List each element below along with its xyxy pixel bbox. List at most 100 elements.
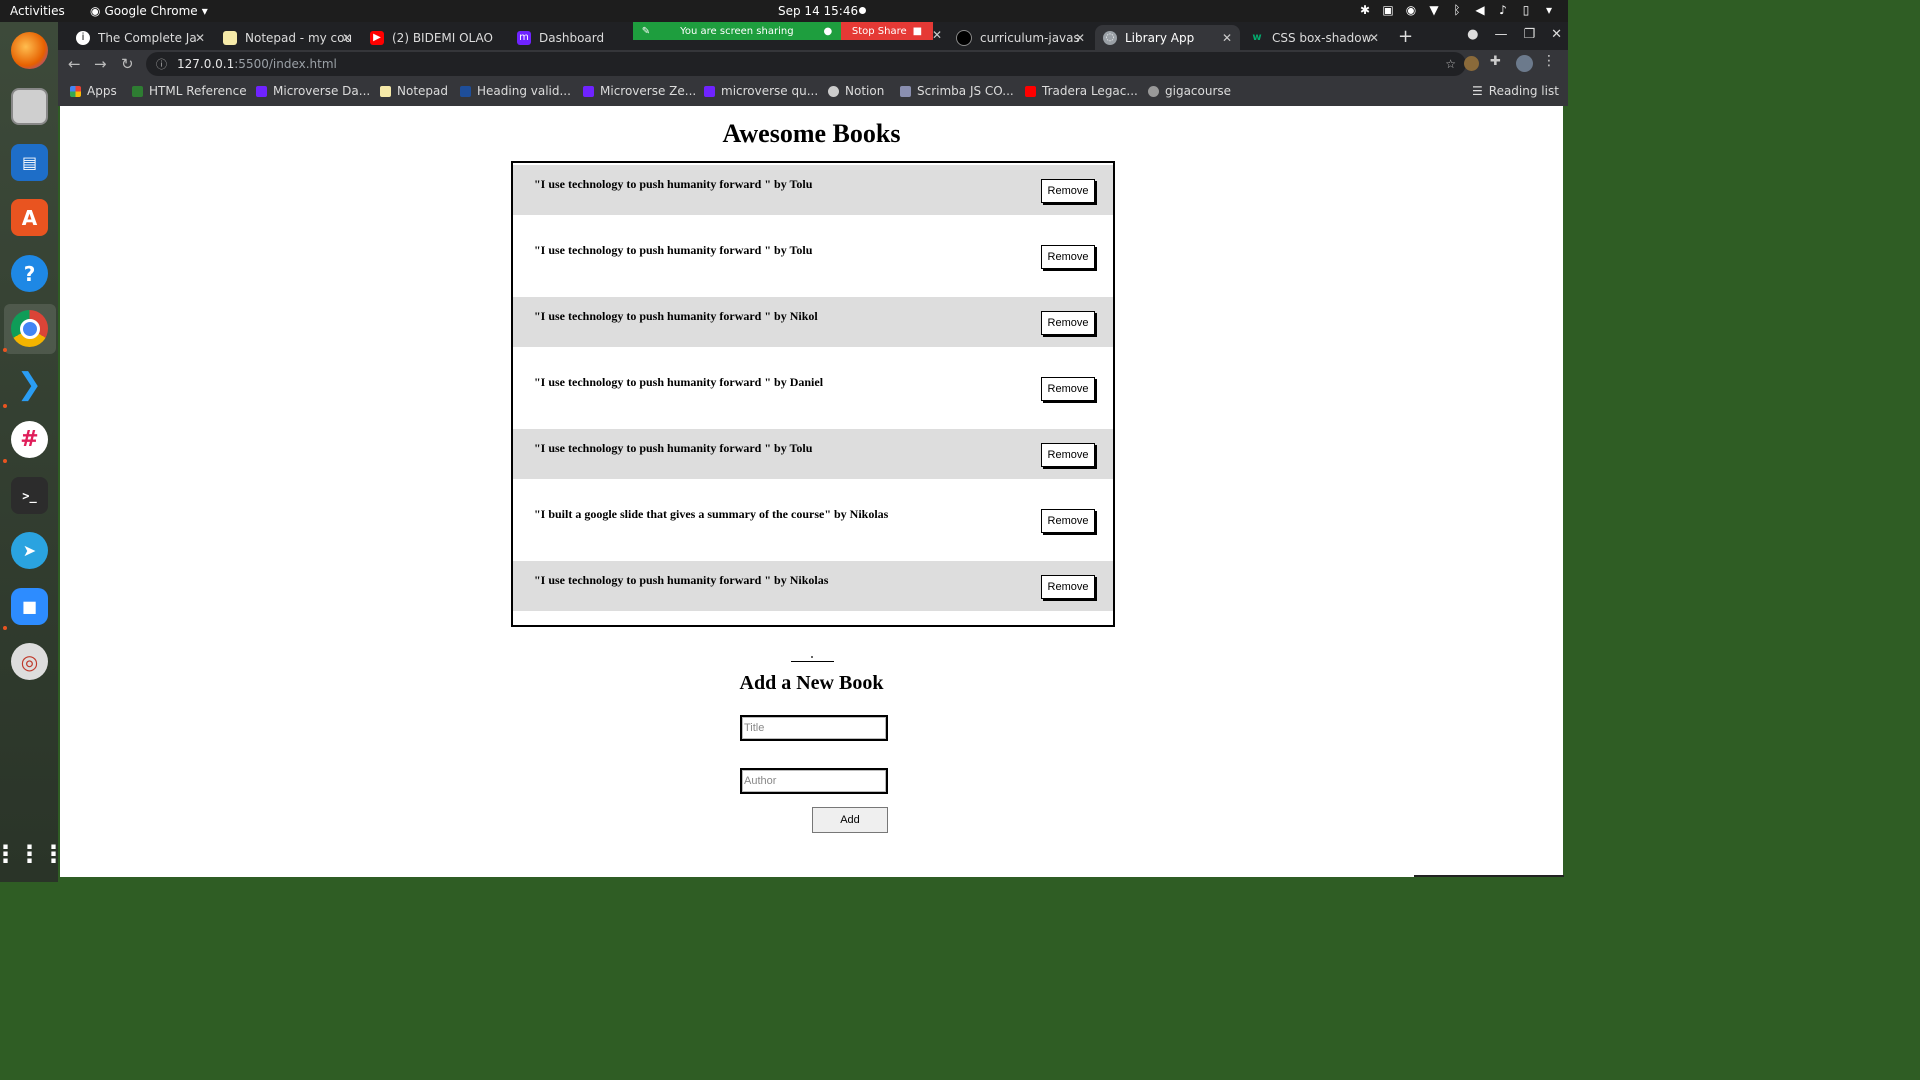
caret-down-icon: ▾ (201, 4, 208, 18)
info-icon[interactable]: ⓘ (156, 56, 167, 72)
zoom-tray-icon[interactable]: ▣ (1381, 3, 1395, 17)
bookmark-favicon-icon (583, 85, 594, 97)
tab-notepad[interactable]: Notepad - my cou ✕ (215, 25, 360, 50)
avatar[interactable] (1516, 55, 1533, 72)
shield-check-icon: ● (823, 25, 833, 37)
book-entry-text: "I use technology to push humanity forwa… (534, 573, 829, 587)
tab-search-icon[interactable]: ● (1467, 27, 1478, 42)
app-menu[interactable]: ◉ Google Chrome ▾ (90, 4, 208, 18)
bookmark-favicon-icon (256, 85, 267, 97)
writer-icon[interactable]: ▤ (11, 144, 48, 181)
remove-button[interactable]: Remove (1041, 443, 1095, 467)
browser-toolbar: ← → ↻ ⓘ 127.0.0.1:5500/index.html ☆ ✚ ⋮ (58, 50, 1568, 78)
close-icon[interactable]: ✕ (195, 31, 205, 45)
remove-button[interactable]: Remove (1041, 245, 1095, 269)
bookmark-star-icon[interactable]: ☆ (1445, 57, 1456, 71)
tab-css-box-shadow[interactable]: w CSS box-shadow ✕ (1242, 25, 1387, 50)
bookmark-gigacourse[interactable]: gigacourse (1148, 84, 1231, 98)
files-icon[interactable] (11, 88, 48, 125)
tab-library-app[interactable]: ◌ Library App ✕ (1095, 25, 1240, 50)
wifi-icon[interactable]: ▼ (1427, 3, 1441, 17)
reading-list-button[interactable]: ☰ Reading list (1472, 84, 1559, 98)
system-top-bar: Activities ◉ Google Chrome ▾ Sep 14 15:4… (0, 0, 1568, 22)
running-indicator (3, 459, 7, 463)
bluetooth-icon[interactable]: ᛒ (1450, 3, 1464, 17)
volume-icon[interactable]: ◀ (1473, 3, 1487, 17)
tab-youtube[interactable]: ▶ (2) BIDEMI OLAO (362, 25, 507, 50)
vscode-icon[interactable]: ❯ (11, 366, 48, 403)
more-menu-icon[interactable]: ⋮ (1542, 53, 1557, 69)
bookmark-html-reference[interactable]: HTML Reference (132, 84, 247, 98)
remove-button[interactable]: Remove (1041, 509, 1095, 533)
slack-tray-icon[interactable]: ✱ (1358, 3, 1372, 17)
bookmark-microverse-da[interactable]: Microverse Da... (256, 84, 370, 98)
bookmark-favicon-icon (1148, 85, 1159, 97)
bookmark-favicon-icon (460, 85, 471, 97)
stop-share-button[interactable]: Stop Share ■ (841, 22, 933, 40)
power-menu-icon[interactable]: ▾ (1542, 3, 1556, 17)
author-input[interactable] (740, 768, 888, 794)
book-item: "I use technology to push humanity forwa… (513, 363, 1113, 429)
clock[interactable]: Sep 14 15:46 (778, 4, 858, 18)
battery-icon[interactable]: ▯ (1519, 3, 1533, 17)
close-icon[interactable]: ✕ (1075, 31, 1085, 45)
software-icon[interactable]: A (11, 199, 48, 236)
bookmark-favicon-icon (132, 85, 143, 97)
bookmark-scrimba[interactable]: Scrimba JS CO... (900, 84, 1014, 98)
bookmark-apps[interactable]: Apps (70, 84, 117, 98)
close-icon[interactable]: ✕ (932, 28, 942, 42)
remove-button[interactable]: Remove (1041, 311, 1095, 335)
bookmark-microverse-qu[interactable]: microverse qu... (704, 84, 818, 98)
zoom-icon[interactable]: ■ (11, 588, 48, 625)
bookmark-tradera[interactable]: Tradera Legac... (1025, 84, 1138, 98)
activities-button[interactable]: Activities (10, 4, 65, 18)
tab-complete-js[interactable]: i The Complete Ja ✕ (68, 25, 213, 50)
window-bottom-edge (1414, 875, 1564, 877)
remove-button[interactable]: Remove (1041, 179, 1095, 203)
close-window-icon[interactable]: ✕ (1551, 27, 1562, 42)
book-item: "I use technology to push humanity forwa… (513, 231, 1113, 297)
address-bar[interactable]: ⓘ 127.0.0.1:5500/index.html ☆ (146, 52, 1466, 76)
app-grid-icon[interactable]: ⋮⋮⋮ (0, 835, 66, 872)
bookmark-heading-valid[interactable]: Heading valid... (460, 84, 571, 98)
slack-icon[interactable]: # (11, 421, 48, 458)
microphone-icon[interactable]: ♪ (1496, 3, 1510, 17)
new-tab-button[interactable]: + (1398, 26, 1413, 47)
lifesaver-icon[interactable]: ◎ (11, 643, 48, 680)
tab-dashboard[interactable]: m Dashboard (509, 25, 629, 50)
maximize-icon[interactable]: ❐ (1523, 27, 1535, 42)
help-icon[interactable]: ? (11, 255, 48, 292)
bookmark-notepad[interactable]: Notepad (380, 84, 448, 98)
puzzle-icon[interactable]: ✚ (1490, 54, 1505, 69)
chrome-icon[interactable] (11, 310, 48, 347)
book-item: "I use technology to push humanity forwa… (513, 561, 1113, 627)
pen-icon: ✎ (641, 25, 651, 37)
back-icon[interactable]: ← (68, 55, 81, 73)
system-tray[interactable]: ✱ ▣ ◉ ▼ ᛒ ◀ ♪ ▯ ▾ (1358, 3, 1556, 17)
divider-dot (811, 656, 813, 658)
add-button[interactable]: Add (812, 807, 888, 833)
bookmark-microverse-ze[interactable]: Microverse Ze... (583, 84, 696, 98)
remove-button[interactable]: Remove (1041, 377, 1095, 401)
screen-share-banner: ✎ You are screen sharing ● Stop Share ■ (633, 22, 933, 40)
bookmark-notion[interactable]: Notion (828, 84, 884, 98)
bookmark-favicon-icon (704, 85, 715, 97)
extension-icon[interactable] (1464, 56, 1479, 71)
bookmark-favicon-icon (1025, 85, 1036, 97)
title-input[interactable] (740, 715, 888, 741)
chrome-tray-icon[interactable]: ◉ (1404, 3, 1418, 17)
book-entry-text: "I use technology to push humanity forwa… (534, 243, 813, 257)
close-icon[interactable]: ✕ (342, 31, 352, 45)
close-icon[interactable]: ✕ (1222, 31, 1232, 45)
section-divider (791, 661, 834, 662)
bookmarks-bar: Apps HTML Reference Microverse Da... Not… (58, 78, 1568, 106)
firefox-icon[interactable] (11, 32, 48, 69)
tab-curriculum[interactable]: curriculum-javas ✕ (948, 25, 1093, 50)
remove-button[interactable]: Remove (1041, 575, 1095, 599)
terminal-icon[interactable]: >_ (11, 477, 48, 514)
telegram-icon[interactable]: ➤ (11, 532, 48, 569)
close-icon[interactable]: ✕ (1369, 31, 1379, 45)
minimize-icon[interactable]: — (1494, 27, 1507, 42)
reload-icon[interactable]: ↻ (121, 55, 134, 73)
forward-icon[interactable]: → (94, 55, 107, 73)
